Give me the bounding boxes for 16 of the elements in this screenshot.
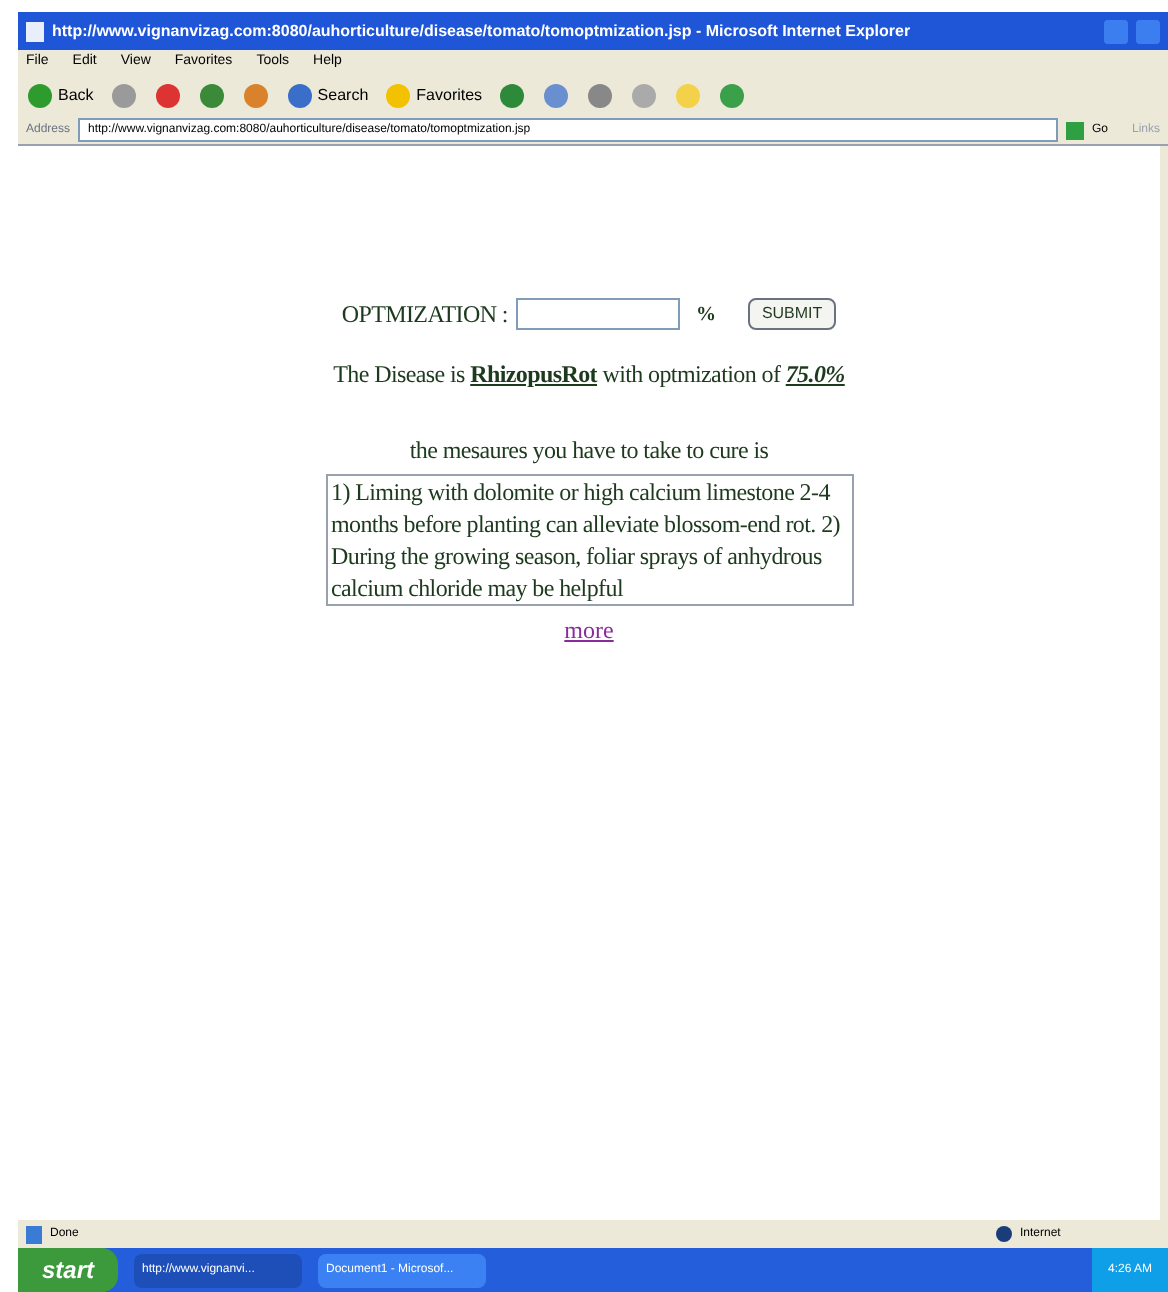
more-link[interactable]: more (564, 612, 614, 648)
toolbar-label[interactable]: Back (58, 84, 94, 108)
percent-label: % (695, 301, 716, 329)
start-button[interactable]: start (18, 1248, 119, 1292)
window-title: http://www.vignanvizag.com:8080/auhorticulture/disease/tomato/tomoptmization.jsp - Microsoft Internet Explorer (52, 19, 913, 43)
submit-button[interactable]: SUBMIT (747, 298, 837, 330)
optimization-field[interactable] (515, 298, 680, 330)
result-text: The Disease is RhizopusRot with optmization of 75.0% (333, 358, 845, 392)
measures-heading: the mesaures you have to take to cure is (409, 434, 769, 468)
page-icon (26, 21, 44, 41)
measures-text: 1) Liming with dolomite or high calcium limestone 2-4 months before planting can alleviate blossom-end rot. 2) During the growing season, foliar sprays of anhydrous calcium chloride may be helpful (325, 474, 853, 606)
toolbar-label[interactable]: Favorites (416, 84, 483, 108)
page-icon (26, 1225, 42, 1243)
globe-icon (996, 1226, 1012, 1242)
optimization-label: OPTMIZATION : (341, 298, 508, 332)
toolbar-label[interactable]: Search (317, 84, 369, 108)
